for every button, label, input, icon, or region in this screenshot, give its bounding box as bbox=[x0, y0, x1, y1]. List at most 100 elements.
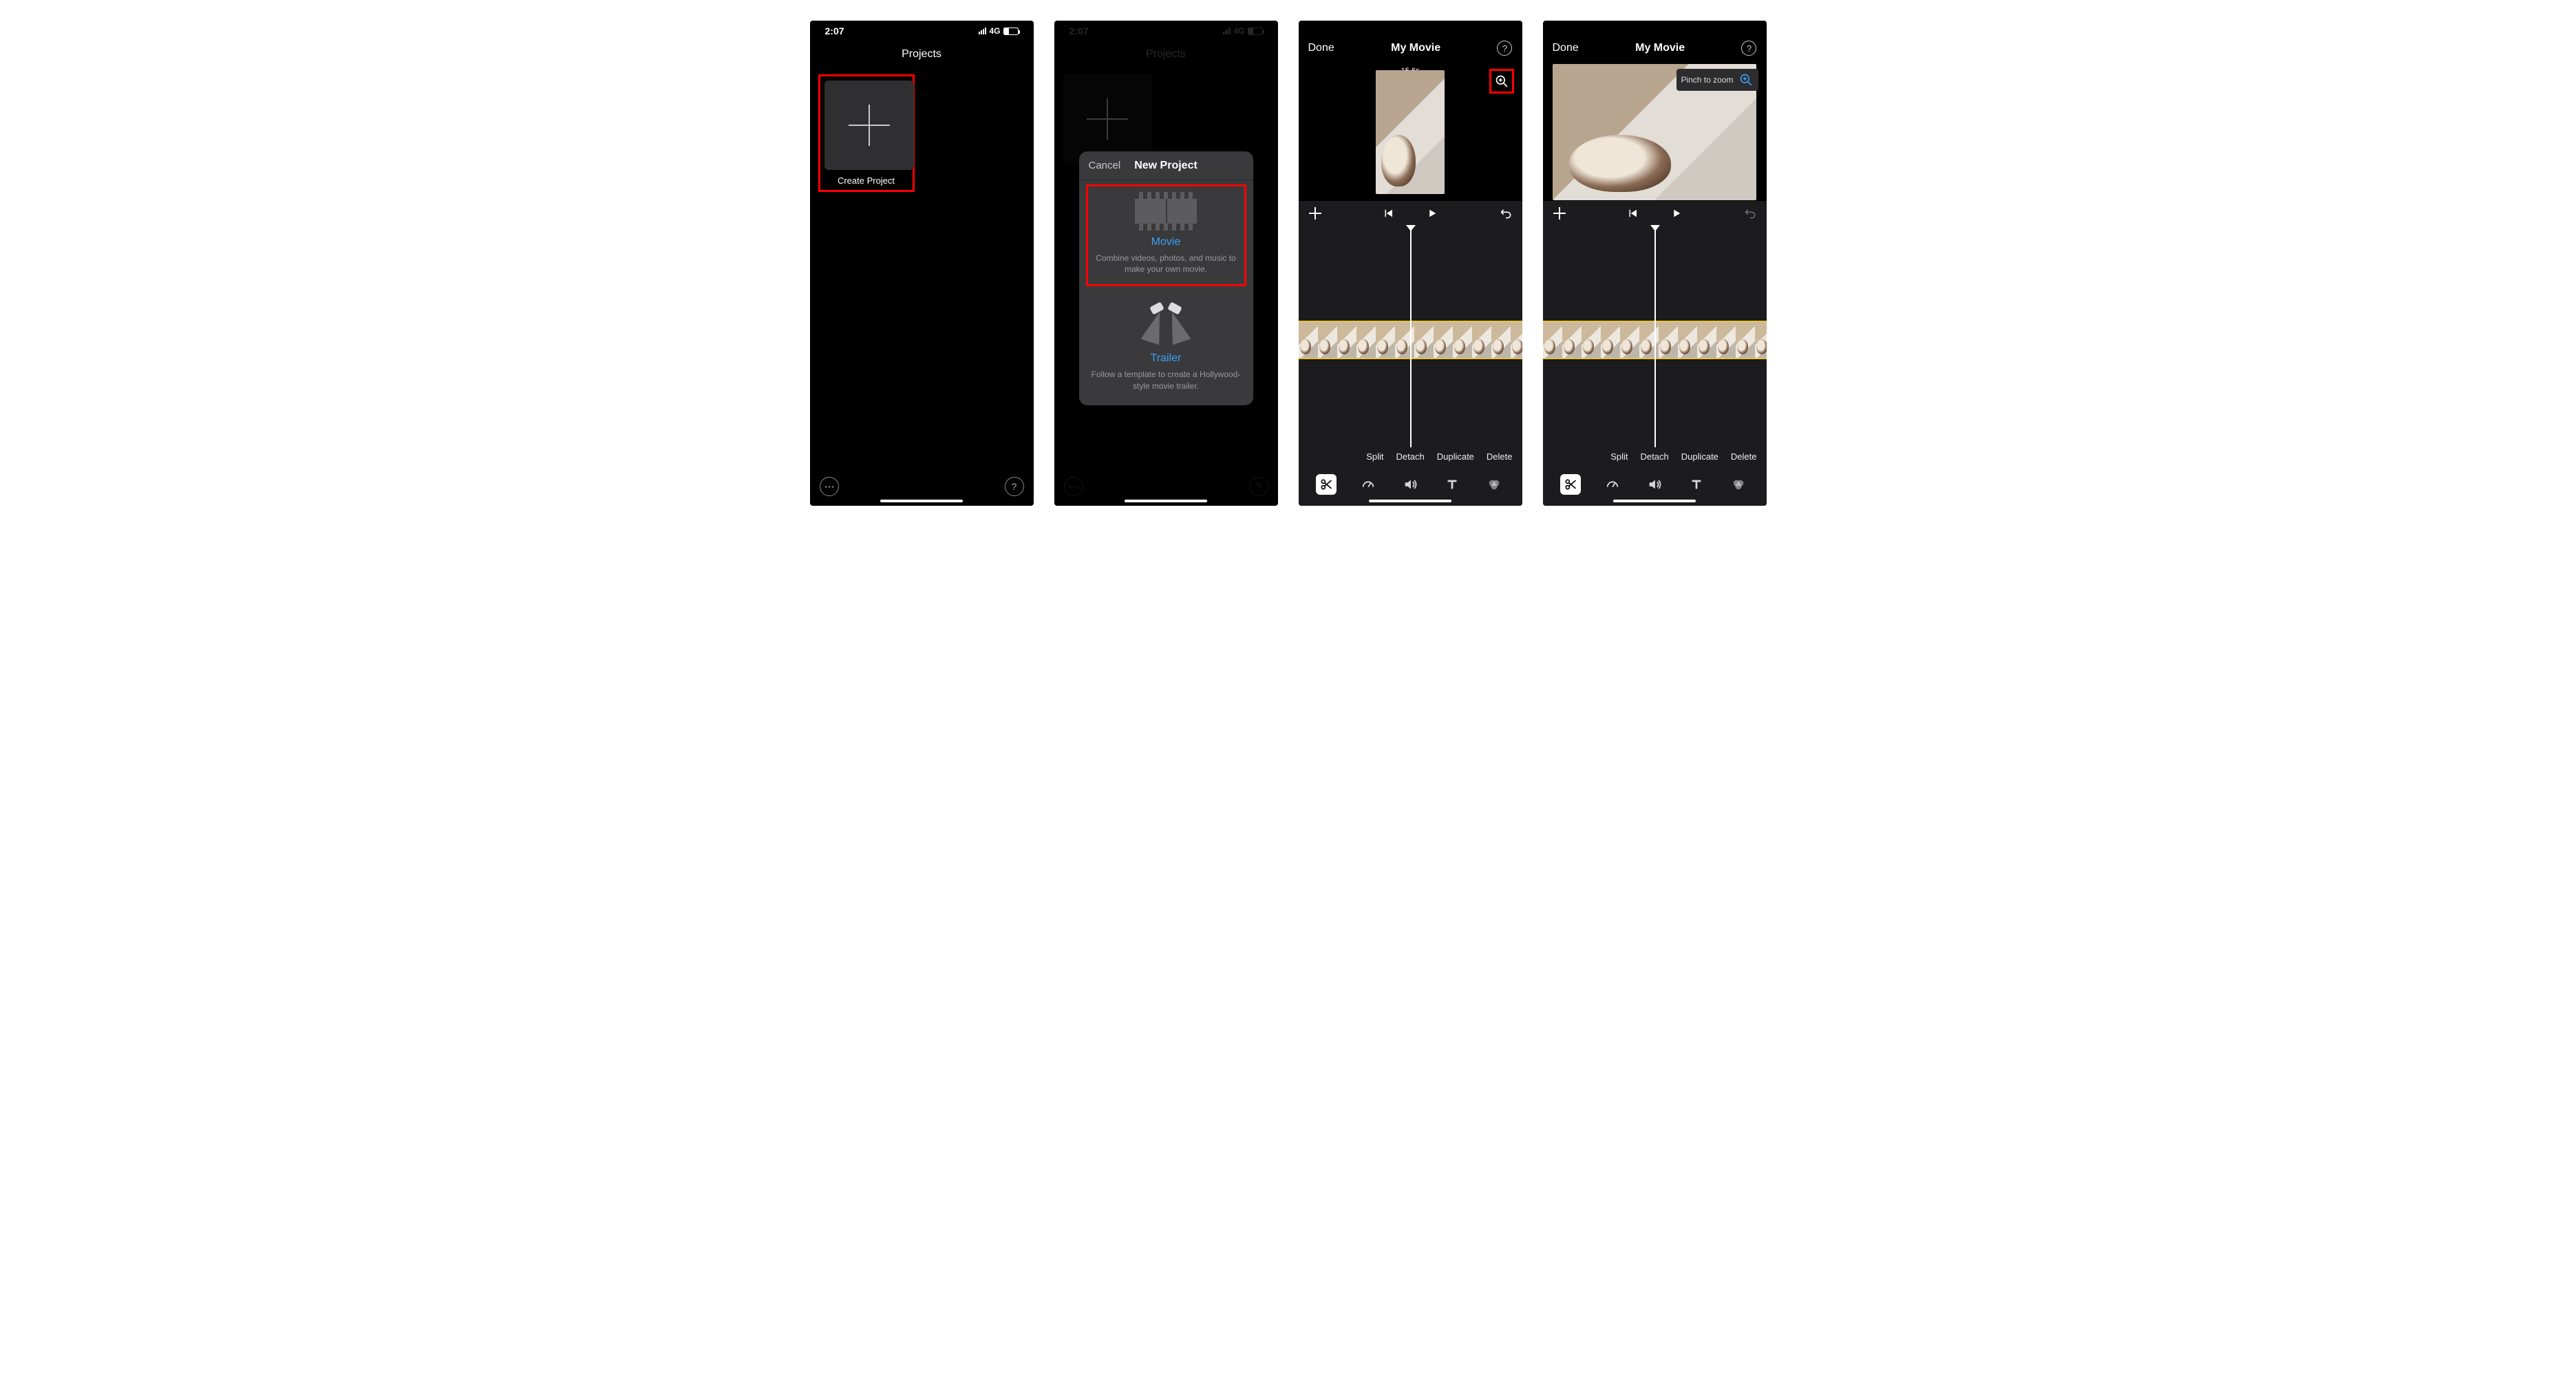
create-project-label: Create Project bbox=[824, 175, 908, 186]
preview-area[interactable]: 15.6s bbox=[1299, 63, 1522, 201]
scissors-icon bbox=[1564, 478, 1577, 491]
cancel-button[interactable]: Cancel bbox=[1089, 160, 1121, 171]
preview-area[interactable]: Pinch to zoom bbox=[1543, 63, 1767, 201]
playhead[interactable] bbox=[1410, 226, 1412, 447]
status-bar: 2:07 4G bbox=[810, 21, 1034, 41]
help-button[interactable]: ? bbox=[1741, 41, 1756, 56]
page-title: Projects bbox=[810, 41, 1034, 67]
speed-tool[interactable] bbox=[1358, 474, 1379, 495]
filters-tool[interactable] bbox=[1728, 474, 1749, 495]
network-label: 4G bbox=[989, 26, 1000, 36]
preview-clip bbox=[1376, 70, 1445, 194]
status-right: 4G bbox=[979, 26, 1018, 36]
clock: 2:07 bbox=[1069, 25, 1089, 36]
project-title: My Movie bbox=[1391, 42, 1440, 54]
skip-back-button[interactable] bbox=[1381, 206, 1395, 220]
skip-back-button[interactable] bbox=[1626, 206, 1639, 220]
movie-option-title: Movie bbox=[1094, 236, 1239, 248]
help-button[interactable]: ? bbox=[1497, 41, 1512, 56]
clip-actions: Split Detach Duplicate Delete bbox=[1299, 447, 1522, 469]
battery-icon bbox=[1003, 28, 1019, 35]
spotlights-icon bbox=[1138, 300, 1193, 348]
duplicate-button[interactable]: Duplicate bbox=[1437, 451, 1474, 462]
speaker-icon bbox=[1647, 477, 1662, 492]
highlight-box: Movie Combine videos, photos, and music … bbox=[1086, 184, 1246, 286]
text-icon bbox=[1445, 477, 1460, 492]
new-project-modal: Cancel New Project Movie Combine videos,… bbox=[1079, 151, 1253, 405]
done-button[interactable]: Done bbox=[1308, 42, 1334, 54]
screen-new-project-modal: 2:07 4G Projects Cancel New Project Movi… bbox=[1054, 21, 1278, 506]
zoom-button[interactable] bbox=[1493, 73, 1510, 89]
titles-tool[interactable] bbox=[1442, 474, 1462, 495]
scissors-tool[interactable] bbox=[1560, 474, 1581, 495]
timeline[interactable] bbox=[1543, 226, 1767, 447]
speedometer-icon bbox=[1605, 477, 1620, 492]
screen-editor-pinch-tooltip: Done My Movie ? Pinch to zoom Split Deta… bbox=[1543, 21, 1767, 506]
plus-icon bbox=[849, 105, 890, 146]
transport-bar bbox=[1543, 201, 1767, 226]
plus-icon bbox=[1087, 98, 1128, 140]
status-right: 4G bbox=[1223, 26, 1262, 36]
undo-button[interactable] bbox=[1499, 206, 1513, 220]
duplicate-button[interactable]: Duplicate bbox=[1681, 451, 1718, 462]
undo-button[interactable] bbox=[1743, 206, 1757, 220]
detach-button[interactable]: Detach bbox=[1641, 451, 1669, 462]
create-project-tile[interactable] bbox=[824, 81, 914, 170]
help-button: ? bbox=[1249, 477, 1268, 496]
filters-tool[interactable] bbox=[1484, 474, 1504, 495]
trailer-option-desc: Follow a template to create a Hollywood-… bbox=[1092, 369, 1241, 391]
create-project-tile-dimmed bbox=[1063, 74, 1152, 164]
add-media-button[interactable] bbox=[1553, 206, 1566, 220]
signal-icon bbox=[979, 28, 986, 34]
project-title: My Movie bbox=[1635, 42, 1685, 54]
detach-button[interactable]: Detach bbox=[1396, 451, 1425, 462]
home-indicator[interactable] bbox=[1613, 500, 1696, 502]
editor-header: Done My Movie ? bbox=[1299, 33, 1522, 63]
clip-actions: Split Detach Duplicate Delete bbox=[1543, 447, 1767, 469]
zoom-button[interactable] bbox=[1738, 72, 1754, 88]
delete-button[interactable]: Delete bbox=[1731, 451, 1757, 462]
magnifier-icon bbox=[1495, 74, 1509, 88]
split-button[interactable]: Split bbox=[1366, 451, 1383, 462]
speed-tool[interactable] bbox=[1602, 474, 1623, 495]
add-media-button[interactable] bbox=[1308, 206, 1322, 220]
trailer-option[interactable]: Trailer Follow a template to create a Ho… bbox=[1079, 290, 1253, 405]
trailer-option-title: Trailer bbox=[1092, 352, 1241, 365]
more-button[interactable] bbox=[820, 477, 839, 496]
play-button[interactable] bbox=[1670, 206, 1683, 220]
delete-button[interactable]: Delete bbox=[1487, 451, 1513, 462]
text-icon bbox=[1689, 477, 1704, 492]
movie-option[interactable]: Movie Combine videos, photos, and music … bbox=[1094, 192, 1239, 275]
volume-tool[interactable] bbox=[1400, 474, 1420, 495]
volume-tool[interactable] bbox=[1644, 474, 1665, 495]
split-button[interactable]: Split bbox=[1610, 451, 1628, 462]
modal-header: Cancel New Project bbox=[1079, 151, 1253, 180]
signal-icon bbox=[1223, 28, 1231, 34]
help-button[interactable]: ? bbox=[1005, 477, 1024, 496]
transport-bar bbox=[1299, 201, 1522, 226]
screen-editor-zoom-button: Done My Movie ? 15.6s Split Detach Dupli… bbox=[1299, 21, 1522, 506]
play-button[interactable] bbox=[1425, 206, 1439, 220]
filters-icon bbox=[1487, 477, 1502, 492]
plus-icon bbox=[1553, 207, 1566, 220]
screen-projects: 2:07 4G Projects Create Project ? bbox=[810, 21, 1034, 506]
pinch-tooltip: Pinch to zoom bbox=[1676, 69, 1758, 91]
highlight-box bbox=[1489, 69, 1514, 94]
filmstrip-icon bbox=[1135, 192, 1197, 231]
network-label: 4G bbox=[1233, 26, 1244, 36]
clock: 2:07 bbox=[825, 25, 844, 36]
home-indicator[interactable] bbox=[1125, 500, 1207, 502]
editor-header: Done My Movie ? bbox=[1543, 33, 1767, 63]
home-indicator[interactable] bbox=[1369, 500, 1451, 502]
home-indicator[interactable] bbox=[880, 500, 963, 502]
playhead[interactable] bbox=[1654, 226, 1656, 447]
status-bar: 2:07 4G bbox=[1054, 21, 1278, 41]
titles-tool[interactable] bbox=[1686, 474, 1707, 495]
speaker-icon bbox=[1403, 477, 1418, 492]
plus-icon bbox=[1309, 207, 1321, 220]
scissors-tool[interactable] bbox=[1316, 474, 1337, 495]
done-button[interactable]: Done bbox=[1553, 42, 1579, 54]
movie-option-desc: Combine videos, photos, and music to mak… bbox=[1094, 253, 1239, 275]
timeline[interactable] bbox=[1299, 226, 1522, 447]
pinch-tooltip-label: Pinch to zoom bbox=[1681, 75, 1733, 85]
